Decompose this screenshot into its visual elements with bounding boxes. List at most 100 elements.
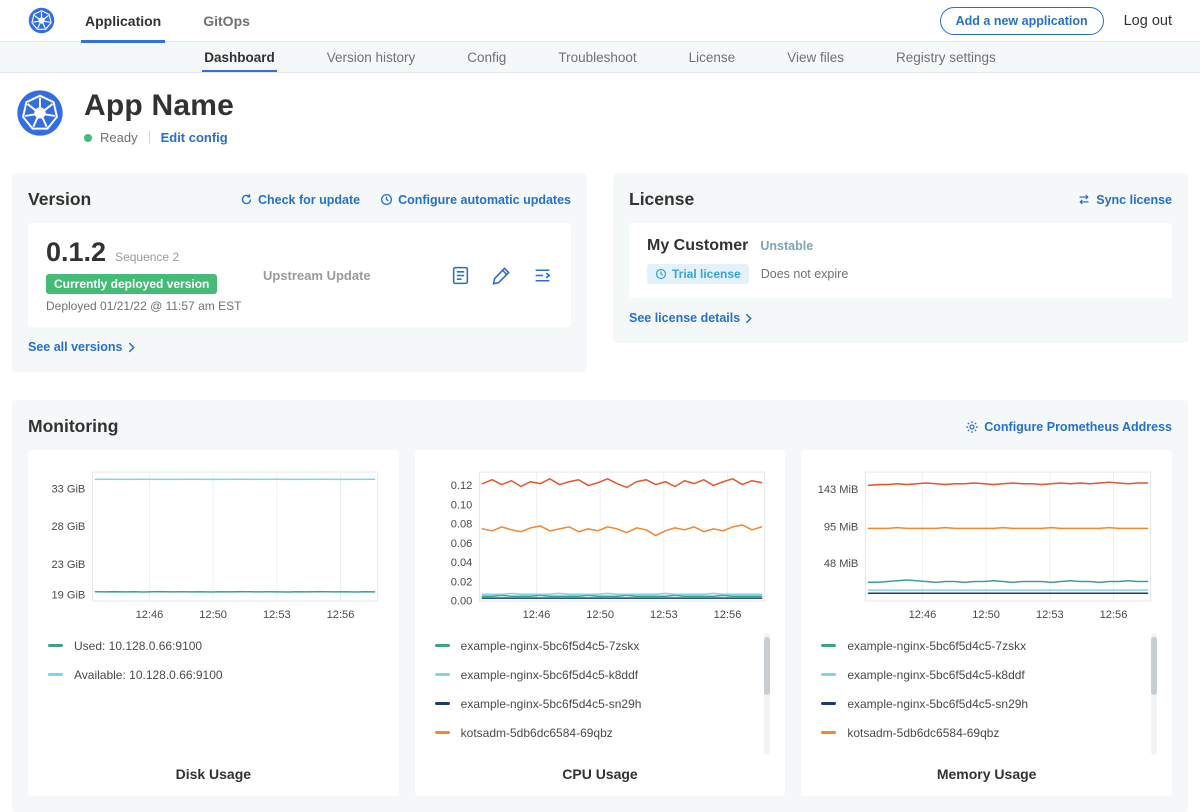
- legend-label: kotsadm-5db6dc6584-69qbz: [847, 726, 999, 740]
- deployed-version-badge: Currently deployed version: [46, 274, 217, 294]
- legend-label: example-nginx-5bc6f5d4c5-k8ddf: [847, 668, 1024, 682]
- gear-icon: [965, 420, 979, 434]
- see-all-versions-link[interactable]: See all versions: [28, 340, 135, 354]
- tab-dashboard[interactable]: Dashboard: [202, 42, 277, 72]
- svg-text:12:46: 12:46: [909, 609, 937, 621]
- svg-text:0.02: 0.02: [450, 576, 472, 588]
- legend-swatch: [821, 731, 836, 734]
- tab-application[interactable]: Application: [81, 0, 165, 42]
- legend-item[interactable]: example-nginx-5bc6f5d4c5-sn29h: [435, 689, 772, 718]
- view-diff-icon[interactable]: [532, 265, 553, 286]
- app-subnav: Dashboard Version history Config Trouble…: [0, 42, 1200, 73]
- edit-config-icon[interactable]: [491, 265, 512, 286]
- legend-item[interactable]: example-nginx-5bc6f5d4c5-k8ddf: [435, 660, 772, 689]
- disk-usage-chart-card: 12:46 12:50 12:53 12:56 19 GiB 23 GiB 28 GiB 33…: [28, 450, 399, 796]
- divider: [149, 131, 150, 144]
- legend-scrollbar-thumb[interactable]: [1151, 637, 1157, 695]
- legend-label: example-nginx-5bc6f5d4c5-7zskx: [461, 639, 640, 653]
- app-header: App Name Ready Edit config: [0, 73, 1200, 165]
- status-dot: [84, 134, 92, 142]
- configure-automatic-updates-link[interactable]: Configure automatic updates: [380, 193, 571, 207]
- configure-prometheus-link[interactable]: Configure Prometheus Address: [965, 420, 1172, 434]
- license-expiration: Does not expire: [761, 267, 849, 281]
- clock-arrow-icon: [380, 193, 393, 206]
- svg-text:0.00: 0.00: [450, 596, 472, 608]
- legend-swatch: [821, 702, 836, 705]
- legend-scrollbar-thumb[interactable]: [764, 637, 770, 695]
- legend-swatch: [435, 731, 450, 734]
- tab-registry-settings[interactable]: Registry settings: [894, 42, 998, 72]
- legend-item[interactable]: example-nginx-5bc6f5d4c5-7zskx: [435, 631, 772, 660]
- see-license-details-link[interactable]: See license details: [629, 311, 752, 325]
- legend-label: Available: 10.128.0.66:9100: [74, 668, 223, 682]
- legend-swatch: [821, 673, 836, 676]
- cpu-usage-chart-card: 12:4612:5012:5312:560.000.020.040.060.08…: [415, 450, 786, 796]
- release-notes-icon[interactable]: [450, 265, 471, 286]
- check-for-update-link[interactable]: Check for update: [240, 193, 360, 207]
- tab-troubleshoot[interactable]: Troubleshoot: [556, 42, 638, 72]
- svg-text:12:50: 12:50: [199, 609, 227, 621]
- customer-name: My Customer: [647, 237, 748, 255]
- legend-label: Used: 10.128.0.66:9100: [74, 639, 202, 653]
- tab-gitops[interactable]: GitOps: [199, 0, 254, 42]
- legend-swatch: [435, 702, 450, 705]
- svg-text:12:56: 12:56: [327, 609, 355, 621]
- edit-config-link[interactable]: Edit config: [161, 130, 228, 145]
- version-number: 0.1.2: [46, 237, 106, 268]
- version-sequence: Sequence 2: [115, 250, 179, 264]
- kubernetes-logo: [28, 7, 55, 34]
- chart-title: CPU Usage: [429, 757, 772, 786]
- tab-license[interactable]: License: [687, 42, 738, 72]
- tab-version-history[interactable]: Version history: [325, 42, 418, 72]
- cpu-usage-legend: example-nginx-5bc6f5d4c5-7zskx example-ng…: [429, 631, 772, 757]
- svg-text:0.12: 0.12: [450, 480, 472, 492]
- license-channel: Unstable: [760, 239, 813, 253]
- legend-swatch: [821, 644, 836, 647]
- disk-usage-chart: 12:46 12:50 12:53 12:56 19 GiB 23 GiB 28 GiB 33…: [42, 464, 385, 627]
- memory-usage-chart-card: 12:4612:5012:5312:5648 MiB95 MiB143 MiB …: [801, 450, 1172, 796]
- tab-config[interactable]: Config: [465, 42, 508, 72]
- svg-text:23 GiB: 23 GiB: [51, 559, 85, 571]
- legend-item[interactable]: example-nginx-5bc6f5d4c5-sn29h: [821, 689, 1158, 718]
- svg-text:0.08: 0.08: [450, 519, 472, 531]
- add-application-button[interactable]: Add a new application: [940, 7, 1104, 35]
- upstream-update-label: Upstream Update: [263, 268, 371, 283]
- legend-swatch: [48, 644, 63, 647]
- svg-text:12:50: 12:50: [973, 609, 1001, 621]
- svg-text:12:56: 12:56: [713, 609, 741, 621]
- disk-usage-legend: Used: 10.128.0.66:9100 Available: 10.128.…: [42, 631, 385, 757]
- svg-text:28 GiB: 28 GiB: [51, 521, 85, 533]
- legend-item[interactable]: kotsadm-5db6dc6584-69qbz: [821, 718, 1158, 747]
- tab-view-files[interactable]: View files: [785, 42, 846, 72]
- app-status: Ready: [100, 130, 138, 145]
- memory-usage-legend: example-nginx-5bc6f5d4c5-7zskx example-ng…: [815, 631, 1158, 757]
- svg-text:33 GiB: 33 GiB: [51, 483, 85, 495]
- sync-license-link[interactable]: Sync license: [1077, 193, 1172, 207]
- legend-label: kotsadm-5db6dc6584-69qbz: [461, 726, 613, 740]
- logout-button[interactable]: Log out: [1124, 13, 1172, 29]
- legend-item[interactable]: Available: 10.128.0.66:9100: [48, 660, 385, 689]
- legend-label: example-nginx-5bc6f5d4c5-7zskx: [847, 639, 1026, 653]
- svg-text:19 GiB: 19 GiB: [51, 590, 85, 602]
- legend-item[interactable]: kotsadm-5db6dc6584-69qbz: [435, 718, 772, 747]
- svg-text:12:53: 12:53: [263, 609, 291, 621]
- chart-title: Disk Usage: [42, 757, 385, 786]
- clock-icon: [655, 268, 667, 280]
- legend-item[interactable]: example-nginx-5bc6f5d4c5-k8ddf: [821, 660, 1158, 689]
- cpu-usage-chart: 12:4612:5012:5312:560.000.020.040.060.08…: [429, 464, 772, 627]
- license-card-title: License: [629, 189, 694, 210]
- legend-item[interactable]: Used: 10.128.0.66:9100: [48, 631, 385, 660]
- monitoring-title: Monitoring: [28, 416, 118, 437]
- legend-label: example-nginx-5bc6f5d4c5-k8ddf: [461, 668, 638, 682]
- svg-text:143 MiB: 143 MiB: [818, 484, 859, 496]
- version-card: Version Check for update Configure autom…: [12, 173, 587, 372]
- legend-item[interactable]: example-nginx-5bc6f5d4c5-7zskx: [821, 631, 1158, 660]
- sync-icon: [1077, 193, 1091, 206]
- svg-text:12:46: 12:46: [522, 609, 550, 621]
- memory-usage-chart: 12:4612:5012:5312:5648 MiB95 MiB143 MiB: [815, 464, 1158, 627]
- svg-text:12:56: 12:56: [1100, 609, 1128, 621]
- chevron-right-icon: [745, 313, 752, 324]
- legend-label: example-nginx-5bc6f5d4c5-sn29h: [847, 697, 1028, 711]
- svg-text:0.06: 0.06: [450, 538, 472, 550]
- svg-text:12:46: 12:46: [136, 609, 164, 621]
